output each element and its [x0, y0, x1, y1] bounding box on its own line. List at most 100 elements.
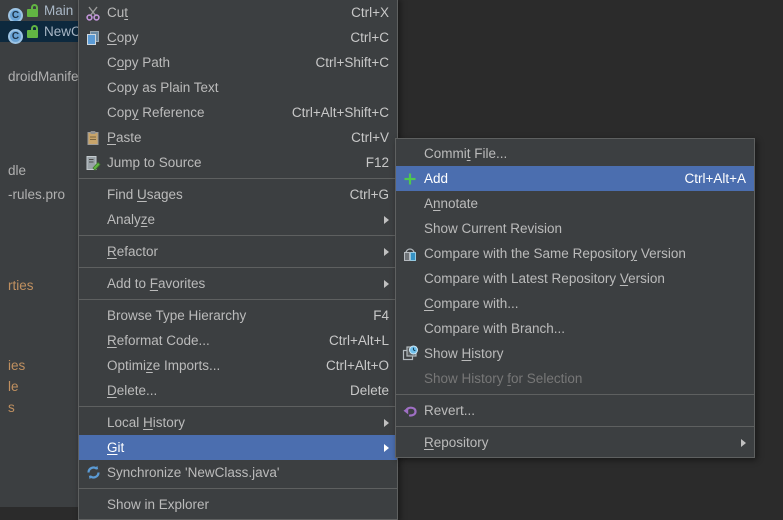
empty-gutter	[396, 316, 424, 341]
menu-item-shortcut: Delete	[340, 378, 389, 403]
empty-gutter	[396, 216, 424, 241]
tree-item-main[interactable]: CMain	[0, 0, 84, 21]
menu-item-add-to-favorites[interactable]: Add to Favorites	[79, 271, 397, 296]
menu-item-label: Compare with...	[424, 291, 746, 316]
menu-item-shortcut: F12	[356, 150, 389, 175]
menu-item-label: Paste	[107, 125, 341, 150]
menu-item-show-in-explorer[interactable]: Show in Explorer	[79, 492, 397, 517]
menu-item-reformat-code[interactable]: Reformat Code...Ctrl+Alt+L	[79, 328, 397, 353]
menu-item-shortcut: Ctrl+Alt+Shift+C	[282, 100, 389, 125]
jump-to-source-icon	[79, 150, 107, 175]
menu-item-annotate[interactable]: Annotate	[396, 191, 754, 216]
empty-gutter	[79, 353, 107, 378]
menu-item-label: Local History	[107, 410, 378, 435]
empty-gutter	[79, 50, 107, 75]
menu-item-shortcut: Ctrl+Alt+O	[316, 353, 389, 378]
menu-item-paste[interactable]: PasteCtrl+V	[79, 125, 397, 150]
menu-item-analyze[interactable]: Analyze	[79, 207, 397, 232]
tree-item-rties[interactable]: rties	[0, 275, 84, 296]
chevron-right-icon	[384, 248, 389, 256]
tree-item-droidmanife[interactable]: droidManife	[0, 66, 84, 87]
menu-item-shortcut: Ctrl+G	[340, 182, 389, 207]
menu-item-commit-file[interactable]: Commit File...	[396, 141, 754, 166]
menu-item-shortcut: Ctrl+Alt+A	[674, 166, 746, 191]
chevron-right-icon	[741, 439, 746, 447]
menu-item-label: Find Usages	[107, 182, 340, 207]
chevron-right-icon	[384, 419, 389, 427]
menu-item-delete[interactable]: Delete...Delete	[79, 378, 397, 403]
menu-item-label: Show Current Revision	[424, 216, 746, 241]
tree-item-label: le	[8, 379, 19, 394]
project-tool-window[interactable]: CMain C NewC droidManife dle -rules.pro rties i…	[0, 0, 84, 507]
menu-separator	[396, 394, 754, 395]
menu-item-shortcut: Ctrl+V	[341, 125, 389, 150]
menu-item-compare-with[interactable]: Compare with...	[396, 291, 754, 316]
menu-item-show-current-revision[interactable]: Show Current Revision	[396, 216, 754, 241]
menu-item-git[interactable]: Git	[79, 435, 397, 460]
empty-gutter	[396, 291, 424, 316]
empty-gutter	[396, 266, 424, 291]
tree-item-label: -rules.pro	[8, 187, 65, 202]
tree-item-rules-pro[interactable]: -rules.pro	[0, 184, 84, 205]
tree-item-label: droidManife	[8, 69, 79, 84]
menu-item-copy[interactable]: CopyCtrl+C	[79, 25, 397, 50]
menu-item-label: Git	[107, 435, 378, 460]
menu-item-label: Add	[424, 166, 674, 191]
menu-item-refactor[interactable]: Refactor	[79, 239, 397, 264]
menu-item-jump-to-source[interactable]: Jump to SourceF12	[79, 150, 397, 175]
menu-item-copy-path[interactable]: Copy PathCtrl+Shift+C	[79, 50, 397, 75]
compare-repo-icon	[396, 241, 424, 266]
tree-item-label: Main	[44, 3, 73, 18]
tree-item-label: s	[8, 400, 15, 415]
menu-item-browse-type-hierarchy[interactable]: Browse Type HierarchyF4	[79, 303, 397, 328]
git-submenu[interactable]: Commit File...AddCtrl+Alt+AAnnotateShow …	[395, 138, 755, 458]
menu-item-cut[interactable]: CutCtrl+X	[79, 0, 397, 25]
menu-item-optimize-imports[interactable]: Optimize Imports...Ctrl+Alt+O	[79, 353, 397, 378]
empty-gutter	[396, 141, 424, 166]
menu-item-label: Compare with Latest Repository Version	[424, 266, 746, 291]
menu-item-compare-with-latest-repository-version[interactable]: Compare with Latest Repository Version	[396, 266, 754, 291]
empty-gutter	[79, 271, 107, 296]
empty-gutter	[79, 303, 107, 328]
java-class-icon: C	[8, 29, 23, 44]
menu-item-copy-reference[interactable]: Copy ReferenceCtrl+Alt+Shift+C	[79, 100, 397, 125]
menu-item-label: Annotate	[424, 191, 746, 216]
empty-gutter	[396, 430, 424, 455]
menu-item-shortcut: Ctrl+X	[341, 0, 389, 25]
tree-item-s[interactable]: s	[0, 397, 84, 418]
tree-item-label: NewC	[44, 24, 81, 39]
menu-item-repository[interactable]: Repository	[396, 430, 754, 455]
chevron-right-icon	[384, 216, 389, 224]
menu-item-compare-with-the-same-repository-version[interactable]: Compare with the Same Repository Version	[396, 241, 754, 266]
menu-item-revert[interactable]: Revert...	[396, 398, 754, 423]
ide-background: CMain C NewC droidManife dle -rules.pro rties i…	[0, 0, 783, 507]
menu-item-label: Copy Path	[107, 50, 305, 75]
clipboard-icon	[79, 125, 107, 150]
menu-item-label: Add to Favorites	[107, 271, 378, 296]
menu-item-local-history[interactable]: Local History	[79, 410, 397, 435]
empty-gutter	[79, 182, 107, 207]
menu-item-label: Copy	[107, 25, 340, 50]
menu-item-show-history[interactable]: Show History	[396, 341, 754, 366]
tree-item-le[interactable]: le	[0, 376, 84, 397]
menu-item-compare-with-branch[interactable]: Compare with Branch...	[396, 316, 754, 341]
menu-item-synchronize-newclass-java[interactable]: Synchronize 'NewClass.java'	[79, 460, 397, 485]
menu-item-label: Copy Reference	[107, 100, 282, 125]
menu-item-shortcut: F4	[363, 303, 389, 328]
menu-item-label: Repository	[424, 430, 735, 455]
menu-item-copy-as-plain-text[interactable]: Copy as Plain Text	[79, 75, 397, 100]
menu-item-label: Show History	[424, 341, 746, 366]
tree-item-label: rties	[8, 278, 34, 293]
copy-icon	[79, 25, 107, 50]
menu-item-add[interactable]: AddCtrl+Alt+A	[396, 166, 754, 191]
tree-item-newc[interactable]: C NewC	[0, 21, 84, 42]
menu-item-show-history-for-selection[interactable]: Show History for Selection	[396, 366, 754, 391]
editor-context-menu[interactable]: CutCtrl+XCopyCtrl+CCopy PathCtrl+Shift+C…	[78, 0, 398, 520]
chevron-right-icon	[384, 444, 389, 452]
menu-item-find-usages[interactable]: Find UsagesCtrl+G	[79, 182, 397, 207]
menu-separator	[79, 406, 397, 407]
menu-separator	[396, 426, 754, 427]
tree-item-dle[interactable]: dle	[0, 160, 84, 181]
menu-item-label: Revert...	[424, 398, 746, 423]
tree-item-ies[interactable]: ies	[0, 355, 84, 376]
